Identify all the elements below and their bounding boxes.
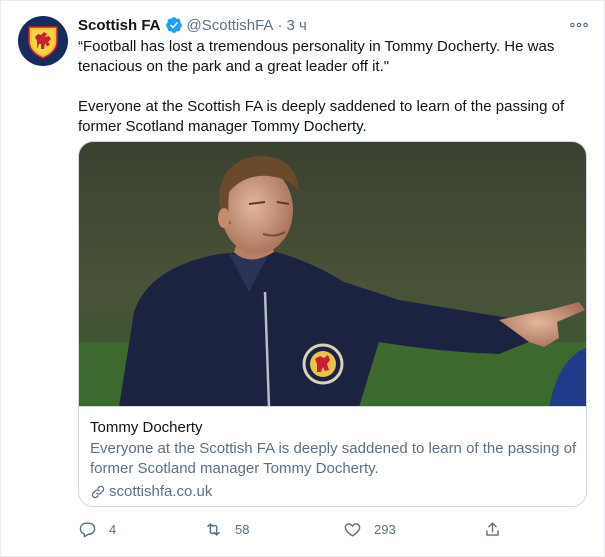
reply-count: 4 <box>109 521 117 537</box>
reply-button[interactable]: 4 <box>78 517 116 541</box>
account-name[interactable]: Scottish FA <box>78 17 161 34</box>
card-body: Tommy Docherty Everyone at the Scottish … <box>90 418 580 502</box>
photo-of-tommy-docherty-pointing <box>79 142 586 406</box>
card-description: Everyone at the Scottish FA is deeply sa… <box>90 440 577 477</box>
card-image[interactable] <box>79 142 586 407</box>
retweet-count: 58 <box>235 521 250 537</box>
scottish-fa-crest-icon <box>28 26 58 59</box>
share-icon <box>486 521 499 536</box>
tweet-actions: 4 58 293 <box>78 517 518 541</box>
separator: · <box>277 16 283 34</box>
link-card[interactable]: Tommy Docherty Everyone at the Scottish … <box>78 141 587 507</box>
tweet-text: “Football has lost a tremendous personal… <box>78 37 588 137</box>
like-count: 293 <box>374 521 396 537</box>
card-domain-text: scottishfa.co.uk <box>109 483 213 500</box>
heart-icon <box>344 522 361 537</box>
reply-icon <box>79 521 96 537</box>
retweet-icon <box>207 522 220 536</box>
link-icon <box>91 485 105 499</box>
share-button[interactable] <box>483 517 502 541</box>
card-title: Tommy Docherty <box>90 419 203 436</box>
tweet-paragraph-statement: Everyone at the Scottish FA is deeply sa… <box>78 98 565 135</box>
retweet-button[interactable]: 58 <box>204 517 249 541</box>
more-options-icon[interactable] <box>568 15 590 35</box>
card-domain: scottishfa.co.uk <box>90 482 580 502</box>
account-handle[interactable]: @ScottishFA <box>187 17 274 34</box>
avatar[interactable] <box>18 16 68 66</box>
tweet[interactable]: Scottish FA @ScottishFA · 3 ч “Football … <box>0 0 605 557</box>
tweet-header: Scottish FA @ScottishFA · 3 ч <box>78 15 307 35</box>
timestamp[interactable]: 3 ч <box>286 17 306 34</box>
verified-badge-icon <box>165 16 183 34</box>
tweet-paragraph-quote: “Football has lost a tremendous personal… <box>78 38 555 75</box>
like-button[interactable]: 293 <box>343 517 396 541</box>
